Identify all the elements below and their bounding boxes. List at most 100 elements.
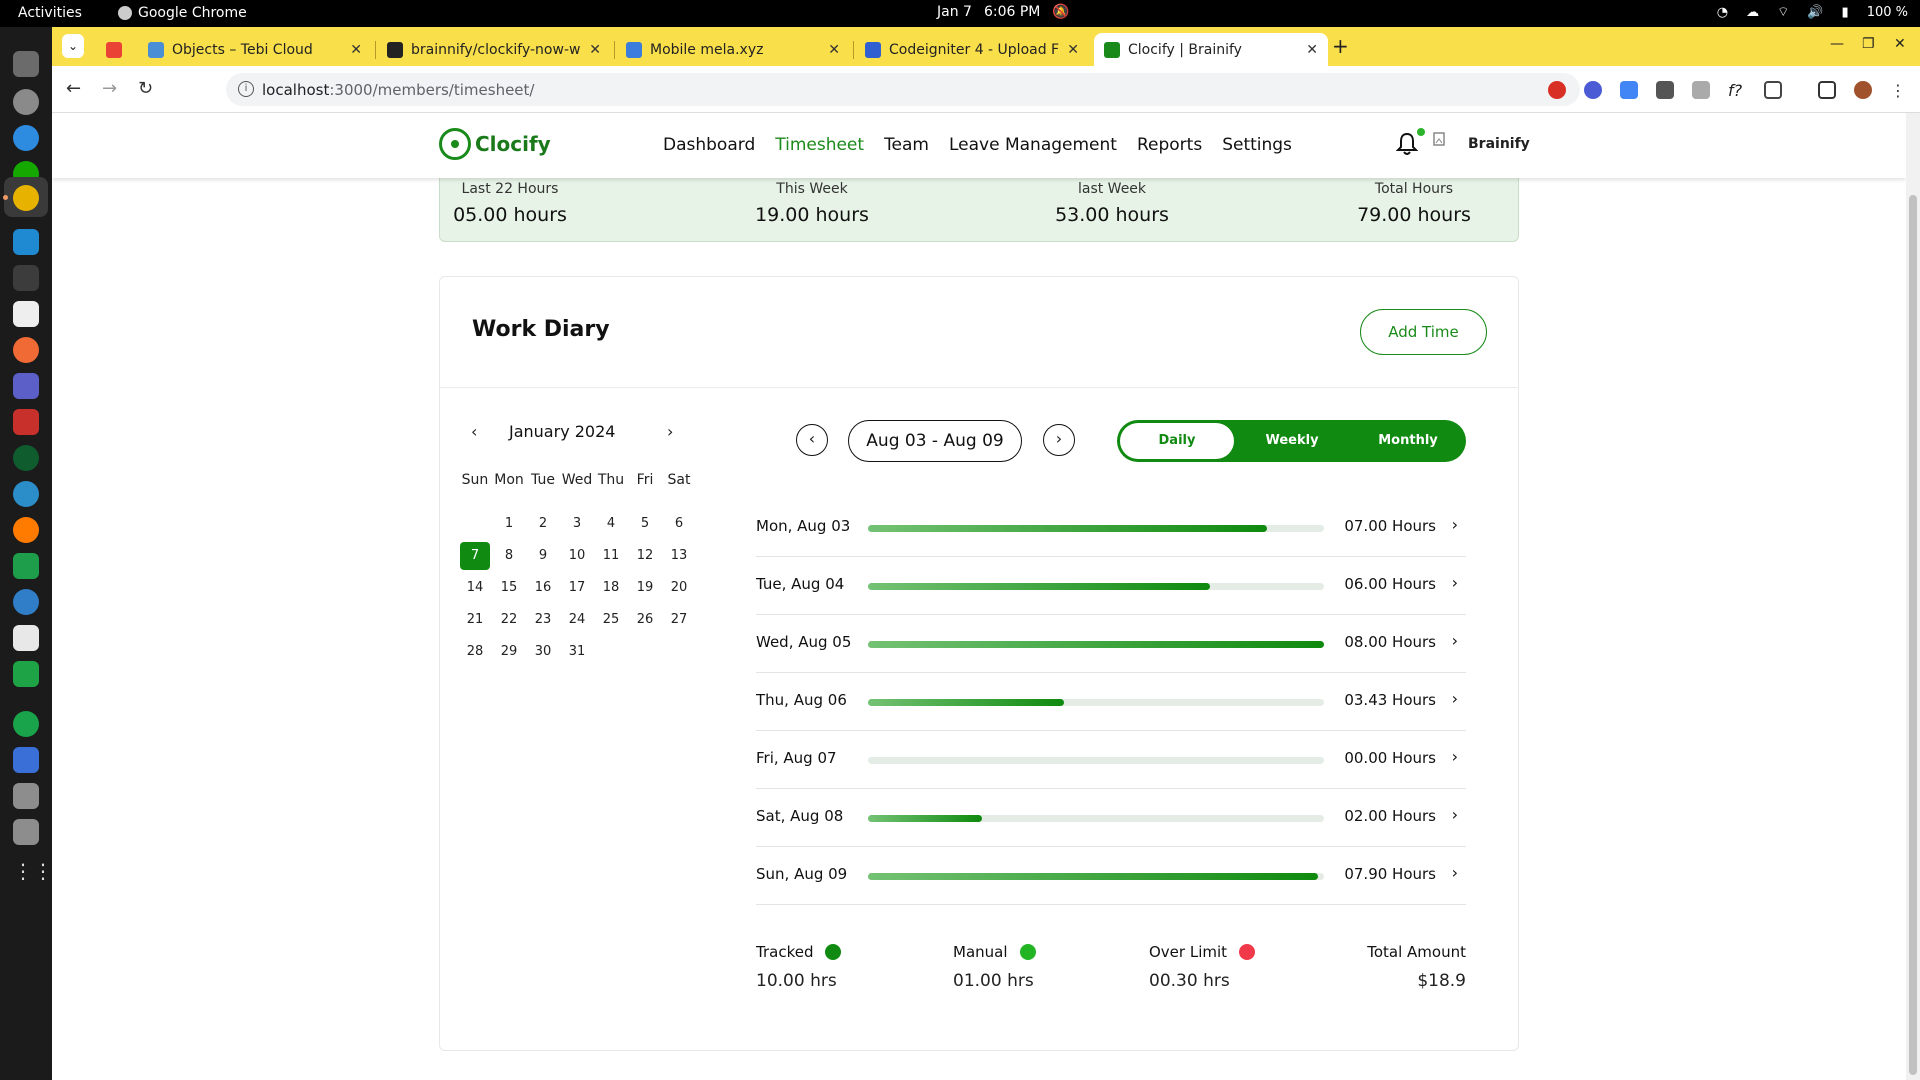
side-panel-icon[interactable] [1818, 81, 1836, 99]
reload-button[interactable]: ↻ [138, 78, 153, 99]
user-name[interactable]: Brainify [1468, 136, 1530, 152]
day-row[interactable]: Thu, Aug 06 03.43 Hours › [756, 673, 1466, 731]
files-icon[interactable] [13, 51, 39, 77]
view-weekly[interactable]: Weekly [1234, 420, 1350, 462]
browser-tab[interactable]: Codeigniter 4 - Upload Fi ✕ [855, 33, 1089, 66]
chevron-right-icon[interactable]: › [1452, 863, 1458, 882]
calendar-day[interactable]: 13 [664, 542, 694, 570]
nav-team[interactable]: Team [884, 135, 929, 155]
calendar-day[interactable]: 30 [528, 638, 558, 666]
chevron-right-icon[interactable]: › [1452, 805, 1458, 824]
close-tab-icon[interactable]: ✕ [1067, 42, 1079, 58]
app-icon[interactable] [13, 409, 39, 435]
calendar-day[interactable]: 4 [596, 510, 626, 538]
calendar-day[interactable]: 2 [528, 510, 558, 538]
calendar-day[interactable]: 31 [562, 638, 592, 666]
chevron-right-icon[interactable]: › [1452, 747, 1458, 766]
calendar-day[interactable]: 24 [562, 606, 592, 634]
new-tab-button[interactable]: + [1332, 34, 1349, 58]
activities-button[interactable]: Activities [18, 5, 82, 21]
app-icon[interactable] [13, 301, 39, 327]
pinned-tab-gmail[interactable] [96, 33, 126, 66]
app-icon[interactable] [13, 589, 39, 615]
calendar-day[interactable]: 20 [664, 574, 694, 602]
extension-icon[interactable] [1656, 81, 1674, 99]
calendar-day[interactable]: 26 [630, 606, 660, 634]
chevron-right-icon[interactable]: › [1452, 573, 1458, 592]
calendar-day[interactable]: 28 [460, 638, 490, 666]
teams-icon[interactable] [13, 373, 39, 399]
day-row[interactable]: Fri, Aug 07 00.00 Hours › [756, 731, 1466, 789]
calendar-day[interactable]: 27 [664, 606, 694, 634]
forward-button[interactable]: → [102, 78, 117, 99]
postman-icon[interactable] [13, 337, 39, 363]
url-text[interactable]: localhost:3000/members/timesheet/ [262, 81, 534, 99]
next-month-button[interactable]: › [667, 422, 673, 441]
vscode-icon[interactable] [13, 229, 39, 255]
calendar-day[interactable]: 21 [460, 606, 490, 634]
extension-icon[interactable] [1584, 81, 1602, 99]
firefox-icon[interactable] [13, 517, 39, 543]
day-row[interactable]: Tue, Aug 04 06.00 Hours › [756, 557, 1466, 615]
terminal-icon[interactable] [13, 265, 39, 291]
browser-tab[interactable]: brainnify/clockify-now-w ✕ [377, 33, 611, 66]
browser-tab[interactable]: Objects – Tebi Cloud ✕ [138, 33, 372, 66]
brand-logo[interactable]: Clocify [439, 128, 551, 160]
close-tab-icon[interactable]: ✕ [350, 42, 362, 58]
camera-icon[interactable] [1692, 81, 1710, 99]
calendar-day[interactable]: 9 [528, 542, 558, 570]
nav-timesheet[interactable]: Timesheet [775, 135, 864, 155]
browser-menu-icon[interactable]: ⋮ [1890, 81, 1908, 100]
calendar-day[interactable]: 8 [494, 542, 524, 570]
tab-search-button[interactable]: ⌄ [62, 34, 84, 58]
next-range-button[interactable]: › [1043, 424, 1075, 456]
calendar-day[interactable]: 17 [562, 574, 592, 602]
app-icon[interactable] [13, 711, 39, 737]
avatar[interactable] [1433, 132, 1453, 156]
settings-icon[interactable] [13, 89, 39, 115]
app-menu[interactable]: Google Chrome [118, 5, 247, 21]
calendar-day[interactable]: 19 [630, 574, 660, 602]
close-window-button[interactable]: ✕ [1894, 36, 1906, 52]
text-editor-icon[interactable] [13, 625, 39, 651]
calendar-day[interactable]: 18 [596, 574, 626, 602]
nav-reports[interactable]: Reports [1137, 135, 1202, 155]
calendar-day[interactable]: 14 [460, 574, 490, 602]
calendar-day[interactable]: 29 [494, 638, 524, 666]
calendar-day[interactable]: 3 [562, 510, 592, 538]
calendar-day[interactable]: 5 [630, 510, 660, 538]
day-row[interactable]: Mon, Aug 03 07.00 Hours › [756, 499, 1466, 557]
add-time-button[interactable]: Add Time [1360, 309, 1487, 355]
page-scrollbar[interactable] [1906, 113, 1920, 1080]
chevron-right-icon[interactable]: › [1452, 515, 1458, 534]
chevron-right-icon[interactable]: › [1452, 631, 1458, 650]
drive-icon[interactable] [13, 783, 39, 809]
view-monthly[interactable]: Monthly [1350, 420, 1466, 462]
docker-icon[interactable] [13, 125, 39, 151]
calendar-day[interactable]: 11 [596, 542, 626, 570]
calendar-day[interactable]: 10 [562, 542, 592, 570]
calendar-day[interactable]: 15 [494, 574, 524, 602]
app-icon[interactable] [13, 481, 39, 507]
prev-month-button[interactable]: ‹ [471, 422, 477, 441]
back-button[interactable]: ← [66, 78, 81, 99]
day-row[interactable]: Wed, Aug 05 08.00 Hours › [756, 615, 1466, 673]
drive-icon[interactable] [13, 819, 39, 845]
chat-icon[interactable] [13, 661, 39, 687]
translate-icon[interactable] [1620, 81, 1638, 99]
clock[interactable]: Jan 7 6:06 PM 🔕 [937, 4, 1070, 20]
prev-range-button[interactable]: ‹ [796, 424, 828, 456]
calendar-day[interactable]: 7 [460, 542, 490, 570]
address-bar[interactable]: i localhost:3000/members/timesheet/ ☆ [226, 73, 1580, 106]
nav-leave-management[interactable]: Leave Management [949, 135, 1117, 155]
site-info-icon[interactable]: i [238, 81, 254, 97]
system-tray[interactable]: ◔ ☁ ⌔ 🔊 ▮ 100 % [1717, 4, 1908, 21]
bell-icon[interactable] [1396, 132, 1418, 156]
formula-icon[interactable]: f? [1728, 81, 1746, 100]
scrollbar-thumb[interactable] [1909, 195, 1917, 1075]
view-daily[interactable]: Daily [1120, 423, 1234, 459]
calendar-day[interactable]: 16 [528, 574, 558, 602]
calendar-day[interactable]: 22 [494, 606, 524, 634]
profile-avatar[interactable] [1854, 81, 1872, 99]
extensions-puzzle-icon[interactable] [1764, 81, 1782, 99]
